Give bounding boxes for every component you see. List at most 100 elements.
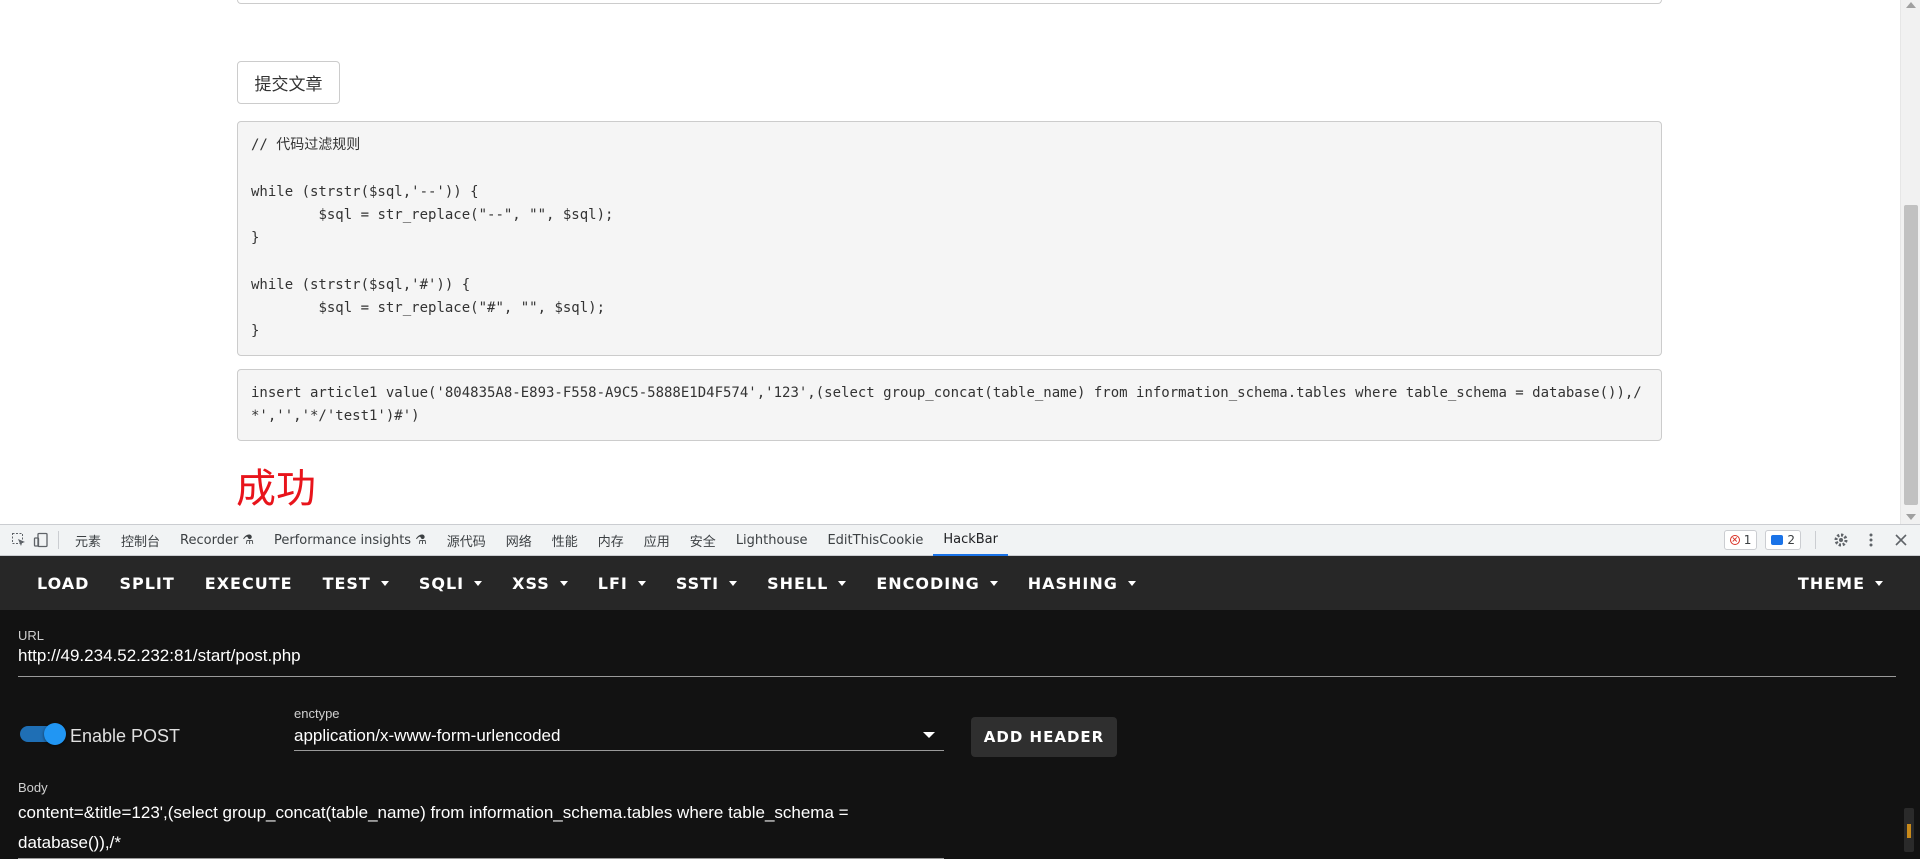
chevron-down-icon xyxy=(559,580,568,586)
tab-performance[interactable]: 性能 xyxy=(542,525,588,556)
tab-label: EditThisCookie xyxy=(827,532,924,548)
submit-article-button[interactable]: 提交文章 xyxy=(237,61,340,104)
chevron-down-icon[interactable] xyxy=(923,732,935,738)
devtools-tab-bar: 元素 控制台 Recorder ⚗ Performance insights ⚗ 源… xyxy=(0,524,1920,556)
hackbar-menu: LOAD SPLIT EXECUTE TEST SQLI XSS LFI SST… xyxy=(0,556,1920,610)
menu-label: TEST xyxy=(322,573,371,593)
theme-menu[interactable]: THEME xyxy=(1783,556,1898,610)
chevron-down-icon xyxy=(380,580,389,586)
enable-post-toggle[interactable] xyxy=(20,723,66,745)
toggle-knob[interactable] xyxy=(44,723,66,745)
filter-rules-code: // 代码过滤规则 while (strstr($sql,'--')) { $s… xyxy=(237,121,1662,356)
chevron-down-icon xyxy=(989,580,998,586)
tab-label: Recorder xyxy=(180,532,239,548)
tab-console[interactable]: 控制台 xyxy=(111,525,170,556)
add-header-button[interactable]: ADD HEADER xyxy=(971,717,1117,757)
sqli-menu[interactable]: SQLI xyxy=(404,556,497,610)
body-label: Body xyxy=(18,780,48,795)
menu-label: SSTI xyxy=(675,573,720,593)
inspect-element-icon[interactable] xyxy=(8,529,30,551)
scroll-thumb[interactable] xyxy=(1907,824,1911,838)
tab-performance-insights[interactable]: Performance insights ⚗ xyxy=(264,525,437,556)
menu-label: THEME xyxy=(1797,573,1865,593)
result-message: 成功 xyxy=(236,466,316,512)
enctype-select[interactable]: application/x-www-form-urlencoded xyxy=(294,726,560,746)
tab-label: 应用 xyxy=(643,534,670,550)
menu-label: XSS xyxy=(512,573,550,593)
error-count-badge[interactable]: × 1 xyxy=(1723,530,1758,550)
message-count-badge[interactable]: 2 xyxy=(1765,530,1801,550)
enctype-underline xyxy=(294,750,944,751)
chevron-down-icon xyxy=(838,580,847,586)
content-textarea[interactable] xyxy=(237,0,1662,4)
menu-label: SQLI xyxy=(418,573,465,593)
tab-label: 元素 xyxy=(75,534,102,550)
split-button[interactable]: SPLIT xyxy=(104,556,189,610)
menu-label: LFI xyxy=(597,573,628,593)
tab-application[interactable]: 应用 xyxy=(634,525,680,556)
enable-post-label: Enable POST xyxy=(70,726,181,746)
chevron-down-icon xyxy=(474,580,483,586)
message-count: 2 xyxy=(1787,533,1795,547)
chevron-down-icon xyxy=(729,580,738,586)
tab-lighthouse[interactable]: Lighthouse xyxy=(726,525,818,556)
body-scrollbar[interactable] xyxy=(1904,808,1914,852)
hashing-menu[interactable]: HASHING xyxy=(1013,556,1151,610)
menu-label: EXECUTE xyxy=(204,573,293,593)
tab-recorder[interactable]: Recorder ⚗ xyxy=(170,525,264,556)
close-icon[interactable] xyxy=(1890,529,1912,551)
load-button[interactable]: LOAD xyxy=(22,556,104,610)
scroll-down-arrow-icon[interactable] xyxy=(1906,514,1916,520)
sql-query-code: insert article1 value('804835A8-E893-F55… xyxy=(237,369,1662,441)
execute-button[interactable]: EXECUTE xyxy=(190,556,308,610)
gear-icon[interactable] xyxy=(1830,529,1852,551)
chevron-down-icon xyxy=(637,580,646,586)
menu-label: SHELL xyxy=(767,573,829,593)
tab-editthiscookie[interactable]: EditThisCookie xyxy=(817,525,933,556)
url-underline xyxy=(18,676,1896,677)
tab-label: Lighthouse xyxy=(735,532,808,548)
tab-network[interactable]: 网络 xyxy=(496,525,542,556)
tab-elements[interactable]: 元素 xyxy=(65,525,111,556)
tab-label: 内存 xyxy=(597,534,624,550)
web-page: 提交文章 // 代码过滤规则 while (strstr($sql,'--'))… xyxy=(0,0,1920,524)
scroll-thumb[interactable] xyxy=(1904,205,1918,505)
encoding-menu[interactable]: ENCODING xyxy=(861,556,1012,610)
tab-memory[interactable]: 内存 xyxy=(588,525,634,556)
menu-label: ENCODING xyxy=(876,573,980,593)
more-options-icon[interactable] xyxy=(1860,529,1882,551)
menu-label: SPLIT xyxy=(119,573,175,593)
tab-label: HackBar xyxy=(943,531,998,547)
tab-hackbar[interactable]: HackBar xyxy=(933,525,1008,556)
menu-label: HASHING xyxy=(1027,573,1118,593)
shell-menu[interactable]: SHELL xyxy=(752,556,861,610)
divider xyxy=(1815,531,1816,549)
url-input[interactable]: http://49.234.52.232:81/start/post.php xyxy=(18,646,301,666)
devtools-right-controls: × 1 2 xyxy=(1723,529,1920,551)
page-scrollbar[interactable] xyxy=(1900,0,1920,524)
error-icon: × xyxy=(1729,535,1740,545)
tab-security[interactable]: 安全 xyxy=(680,525,726,556)
tab-label: 源代码 xyxy=(446,534,486,550)
error-count: 1 xyxy=(1743,533,1752,547)
tab-label: 网络 xyxy=(505,534,532,550)
body-textarea[interactable]: content=&title=123',(select group_concat… xyxy=(18,798,948,858)
tab-sources[interactable]: 源代码 xyxy=(437,525,496,556)
hackbar-panel: URL http://49.234.52.232:81/start/post.p… xyxy=(0,610,1920,859)
chevron-down-icon xyxy=(1875,580,1883,586)
flask-icon: ⚗ xyxy=(242,532,254,548)
test-menu[interactable]: TEST xyxy=(308,556,404,610)
lfi-menu[interactable]: LFI xyxy=(583,556,661,610)
tab-label: 安全 xyxy=(689,534,716,550)
xss-menu[interactable]: XSS xyxy=(497,556,583,610)
scroll-up-arrow-icon[interactable] xyxy=(1906,2,1916,8)
device-toolbar-icon[interactable] xyxy=(30,529,52,551)
divider xyxy=(58,531,59,549)
ssti-menu[interactable]: SSTI xyxy=(661,556,752,610)
url-label: URL xyxy=(18,628,45,643)
enctype-label: enctype xyxy=(294,706,340,721)
message-icon xyxy=(1771,535,1784,545)
tab-label: 控制台 xyxy=(121,534,161,550)
flask-icon: ⚗ xyxy=(415,532,427,548)
menu-label: LOAD xyxy=(37,573,90,593)
